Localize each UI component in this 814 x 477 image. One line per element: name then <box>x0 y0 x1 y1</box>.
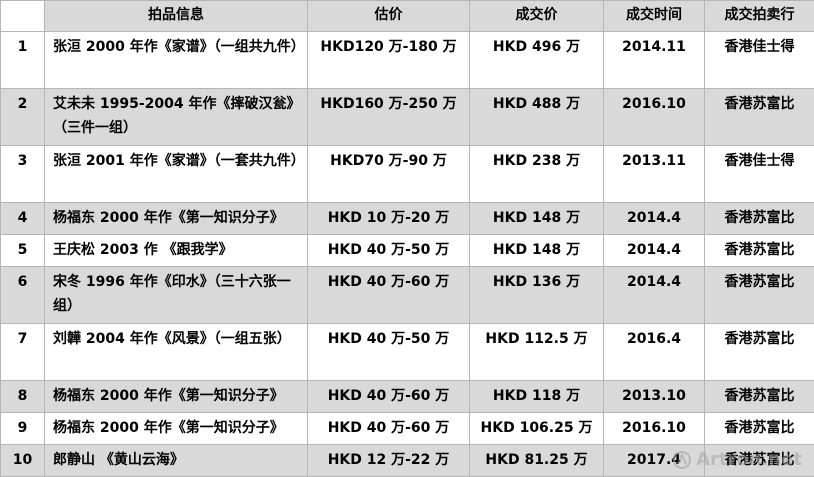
auction-results-table: 拍品信息 估价 成交价 成交时间 成交拍卖行 1 张洹 2000 年作《家谱》（… <box>0 0 814 477</box>
lot-info: 张洹 2000 年作《家谱》（一组共九件） <box>45 32 308 89</box>
auction-house: 香港苏富比 <box>705 89 814 146</box>
table-row: 10 郎静山 《黄山云海》 HKD 12 万-22 万 HKD 81.25 万 … <box>1 445 814 477</box>
lot-info: 刘韡 2004 年作《风景》（一组五张） <box>45 324 308 381</box>
estimate: HKD 40 万-60 万 <box>308 413 470 445</box>
estimate: HKD120 万-180 万 <box>308 32 470 89</box>
estimate: HKD70 万-90 万 <box>308 146 470 203</box>
sale-date: 2017.4 <box>604 445 705 477</box>
row-index: 1 <box>1 32 45 89</box>
row-index: 7 <box>1 324 45 381</box>
estimate: HKD 40 万-60 万 <box>308 381 470 413</box>
row-index: 9 <box>1 413 45 445</box>
lot-info: 张洹 2001 年作《家谱》（一套共九件） <box>45 146 308 203</box>
auction-house: 香港佳士得 <box>705 32 814 89</box>
sale-date: 2016.10 <box>604 89 705 146</box>
lot-info: 杨福东 2000 年作《第一知识分子》 <box>45 413 308 445</box>
sale-date: 2013.11 <box>604 146 705 203</box>
row-index: 8 <box>1 381 45 413</box>
table-header-row: 拍品信息 估价 成交价 成交时间 成交拍卖行 <box>1 1 814 32</box>
table-row: 6 宋冬 1996 年作《印水》（三十六张一组） HKD 40 万-60 万 H… <box>1 267 814 324</box>
header-estimate: 估价 <box>308 1 470 32</box>
lot-info: 郎静山 《黄山云海》 <box>45 445 308 477</box>
lot-info: 王庆松 2003 作 《跟我学》 <box>45 235 308 267</box>
sale-date: 2014.4 <box>604 203 705 235</box>
lot-info: 宋冬 1996 年作《印水》（三十六张一组） <box>45 267 308 324</box>
estimate: HKD 10 万-20 万 <box>308 203 470 235</box>
hammer-price: HKD 81.25 万 <box>470 445 604 477</box>
auction-house: 香港苏富比 <box>705 203 814 235</box>
row-index: 4 <box>1 203 45 235</box>
table-row: 5 王庆松 2003 作 《跟我学》 HKD 40 万-50 万 HKD 148… <box>1 235 814 267</box>
auction-house: 香港苏富比 <box>705 324 814 381</box>
row-index: 6 <box>1 267 45 324</box>
estimate: HKD 40 万-50 万 <box>308 235 470 267</box>
sale-date: 2014.4 <box>604 235 705 267</box>
table-row: 9 杨福东 2000 年作《第一知识分子》 HKD 40 万-60 万 HKD … <box>1 413 814 445</box>
header-sale-date: 成交时间 <box>604 1 705 32</box>
row-index: 10 <box>1 445 45 477</box>
estimate: HKD 12 万-22 万 <box>308 445 470 477</box>
table-row: 8 杨福东 2000 年作《第一知识分子》 HKD 40 万-60 万 HKD … <box>1 381 814 413</box>
hammer-price: HKD 488 万 <box>470 89 604 146</box>
sale-date: 2016.10 <box>604 413 705 445</box>
auction-house: 香港佳士得 <box>705 146 814 203</box>
hammer-price: HKD 148 万 <box>470 235 604 267</box>
header-hammer-price: 成交价 <box>470 1 604 32</box>
auction-house: 香港苏富比 <box>705 445 814 477</box>
sale-date: 2016.4 <box>604 324 705 381</box>
auction-house: 香港苏富比 <box>705 235 814 267</box>
header-lot-info: 拍品信息 <box>45 1 308 32</box>
sale-date: 2014.4 <box>604 267 705 324</box>
estimate: HKD 40 万-50 万 <box>308 324 470 381</box>
hammer-price: HKD 112.5 万 <box>470 324 604 381</box>
auction-house: 香港苏富比 <box>705 381 814 413</box>
lot-info: 杨福东 2000 年作《第一知识分子》 <box>45 381 308 413</box>
sale-date: 2013.10 <box>604 381 705 413</box>
row-index: 2 <box>1 89 45 146</box>
hammer-price: HKD 238 万 <box>470 146 604 203</box>
hammer-price: HKD 496 万 <box>470 32 604 89</box>
hammer-price: HKD 118 万 <box>470 381 604 413</box>
hammer-price: HKD 148 万 <box>470 203 604 235</box>
table-row: 2 艾未未 1995-2004 年作《摔破汉瓮》（三件一组） HKD160 万-… <box>1 89 814 146</box>
table-row: 3 张洹 2001 年作《家谱》（一套共九件） HKD70 万-90 万 HKD… <box>1 146 814 203</box>
table-row: 1 张洹 2000 年作《家谱》（一组共九件） HKD120 万-180 万 H… <box>1 32 814 89</box>
auction-house: 香港苏富比 <box>705 267 814 324</box>
lot-info: 杨福东 2000 年作《第一知识分子》 <box>45 203 308 235</box>
estimate: HKD 40 万-60 万 <box>308 267 470 324</box>
row-index: 5 <box>1 235 45 267</box>
header-auction-house: 成交拍卖行 <box>705 1 814 32</box>
table-row: 4 杨福东 2000 年作《第一知识分子》 HKD 10 万-20 万 HKD … <box>1 203 814 235</box>
header-index <box>1 1 45 32</box>
table-row: 7 刘韡 2004 年作《风景》（一组五张） HKD 40 万-50 万 HKD… <box>1 324 814 381</box>
estimate: HKD160 万-250 万 <box>308 89 470 146</box>
hammer-price: HKD 136 万 <box>470 267 604 324</box>
auction-house: 香港苏富比 <box>705 413 814 445</box>
sale-date: 2014.11 <box>604 32 705 89</box>
hammer-price: HKD 106.25 万 <box>470 413 604 445</box>
lot-info: 艾未未 1995-2004 年作《摔破汉瓮》（三件一组） <box>45 89 308 146</box>
row-index: 3 <box>1 146 45 203</box>
